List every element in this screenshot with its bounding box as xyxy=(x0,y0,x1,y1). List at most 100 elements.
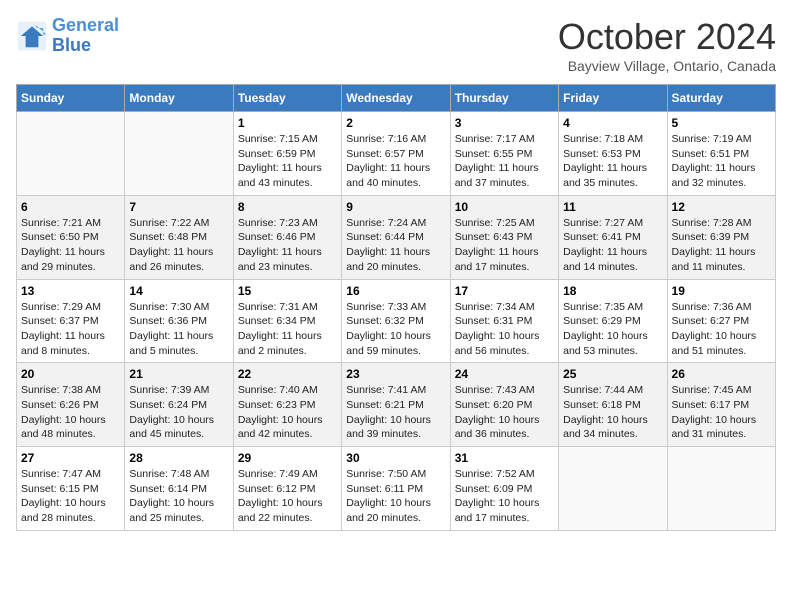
calendar-cell: 8Sunrise: 7:23 AM Sunset: 6:46 PM Daylig… xyxy=(233,195,341,279)
calendar-cell: 30 Sunrise: 7:50 AM Sunset: 6:11 PM Dayli… xyxy=(342,447,450,531)
day-number: 15 xyxy=(238,284,337,298)
day-number: 24 xyxy=(455,367,554,381)
cell-info: Sunrise: 7:16 AM Sunset: 6:57 PM Dayligh… xyxy=(346,132,445,191)
column-header-saturday: Saturday xyxy=(667,85,775,112)
logo-icon xyxy=(16,20,48,52)
day-number: 2 xyxy=(346,116,445,130)
cell-info: Sunrise: 7:43 AM Sunset: 6:20 PM Dayligh… xyxy=(455,383,554,442)
calendar-cell: 12 Sunrise: 7:28 AM Sunset: 6:39 PM Dayli… xyxy=(667,195,775,279)
cell-info: Sunrise: 7:27 AM Sunset: 6:41 PM Dayligh… xyxy=(563,216,662,275)
day-number: 5 xyxy=(672,116,771,130)
calendar-cell: 20Sunrise: 7:38 AM Sunset: 6:26 PM Dayli… xyxy=(17,363,125,447)
calendar-cell: 13Sunrise: 7:29 AM Sunset: 6:37 PM Dayli… xyxy=(17,279,125,363)
page-header: General Blue October 2024 Bayview Villag… xyxy=(16,16,776,74)
cell-info: Sunrise: 7:24 AM Sunset: 6:44 PM Dayligh… xyxy=(346,216,445,275)
calendar-week-row: 20Sunrise: 7:38 AM Sunset: 6:26 PM Dayli… xyxy=(17,363,776,447)
column-header-friday: Friday xyxy=(559,85,667,112)
location-subtitle: Bayview Village, Ontario, Canada xyxy=(558,58,776,74)
day-number: 21 xyxy=(129,367,228,381)
day-number: 23 xyxy=(346,367,445,381)
cell-info: Sunrise: 7:39 AM Sunset: 6:24 PM Dayligh… xyxy=(129,383,228,442)
column-header-sunday: Sunday xyxy=(17,85,125,112)
calendar-cell: 14Sunrise: 7:30 AM Sunset: 6:36 PM Dayli… xyxy=(125,279,233,363)
calendar-cell: 17 Sunrise: 7:34 AM Sunset: 6:31 PM Dayli… xyxy=(450,279,558,363)
calendar-cell xyxy=(125,112,233,196)
calendar-cell xyxy=(17,112,125,196)
title-block: October 2024 Bayview Village, Ontario, C… xyxy=(558,16,776,74)
cell-info: Sunrise: 7:36 AM Sunset: 6:27 PM Dayligh… xyxy=(672,300,771,359)
calendar-week-row: 27Sunrise: 7:47 AM Sunset: 6:15 PM Dayli… xyxy=(17,447,776,531)
cell-info: Sunrise: 7:21 AM Sunset: 6:50 PM Dayligh… xyxy=(21,216,120,275)
day-number: 27 xyxy=(21,451,120,465)
cell-info: Sunrise: 7:34 AM Sunset: 6:31 PM Dayligh… xyxy=(455,300,554,359)
calendar-header-row: SundayMondayTuesdayWednesdayThursdayFrid… xyxy=(17,85,776,112)
day-number: 12 xyxy=(672,200,771,214)
day-number: 1 xyxy=(238,116,337,130)
day-number: 7 xyxy=(129,200,228,214)
calendar-cell: 24 Sunrise: 7:43 AM Sunset: 6:20 PM Dayli… xyxy=(450,363,558,447)
cell-info: Sunrise: 7:45 AM Sunset: 6:17 PM Dayligh… xyxy=(672,383,771,442)
day-number: 11 xyxy=(563,200,662,214)
calendar-cell: 6 Sunrise: 7:21 AM Sunset: 6:50 PM Daylig… xyxy=(17,195,125,279)
calendar-cell: 2 Sunrise: 7:16 AM Sunset: 6:57 PM Daylig… xyxy=(342,112,450,196)
calendar-week-row: 1Sunrise: 7:15 AM Sunset: 6:59 PM Daylig… xyxy=(17,112,776,196)
day-number: 22 xyxy=(238,367,337,381)
calendar-cell xyxy=(559,447,667,531)
cell-info: Sunrise: 7:18 AM Sunset: 6:53 PM Dayligh… xyxy=(563,132,662,191)
calendar-cell: 19 Sunrise: 7:36 AM Sunset: 6:27 PM Dayli… xyxy=(667,279,775,363)
day-number: 26 xyxy=(672,367,771,381)
column-header-wednesday: Wednesday xyxy=(342,85,450,112)
calendar-cell: 21 Sunrise: 7:39 AM Sunset: 6:24 PM Dayli… xyxy=(125,363,233,447)
calendar-cell: 27Sunrise: 7:47 AM Sunset: 6:15 PM Dayli… xyxy=(17,447,125,531)
day-number: 18 xyxy=(563,284,662,298)
day-number: 6 xyxy=(21,200,120,214)
day-number: 31 xyxy=(455,451,554,465)
cell-info: Sunrise: 7:30 AM Sunset: 6:36 PM Dayligh… xyxy=(129,300,228,359)
cell-info: Sunrise: 7:50 AM Sunset: 6:11 PM Dayligh… xyxy=(346,467,445,526)
cell-info: Sunrise: 7:49 AM Sunset: 6:12 PM Dayligh… xyxy=(238,467,337,526)
logo: General Blue xyxy=(16,16,119,56)
calendar-cell: 18 Sunrise: 7:35 AM Sunset: 6:29 PM Dayli… xyxy=(559,279,667,363)
calendar-cell: 22 Sunrise: 7:40 AM Sunset: 6:23 PM Dayli… xyxy=(233,363,341,447)
calendar-cell: 3 Sunrise: 7:17 AM Sunset: 6:55 PM Daylig… xyxy=(450,112,558,196)
calendar-cell: 26 Sunrise: 7:45 AM Sunset: 6:17 PM Dayli… xyxy=(667,363,775,447)
day-number: 30 xyxy=(346,451,445,465)
calendar-week-row: 6 Sunrise: 7:21 AM Sunset: 6:50 PM Daylig… xyxy=(17,195,776,279)
cell-info: Sunrise: 7:28 AM Sunset: 6:39 PM Dayligh… xyxy=(672,216,771,275)
cell-info: Sunrise: 7:40 AM Sunset: 6:23 PM Dayligh… xyxy=(238,383,337,442)
day-number: 16 xyxy=(346,284,445,298)
calendar-cell: 25 Sunrise: 7:44 AM Sunset: 6:18 PM Dayli… xyxy=(559,363,667,447)
day-number: 25 xyxy=(563,367,662,381)
cell-info: Sunrise: 7:19 AM Sunset: 6:51 PM Dayligh… xyxy=(672,132,771,191)
calendar-cell: 29 Sunrise: 7:49 AM Sunset: 6:12 PM Dayli… xyxy=(233,447,341,531)
day-number: 28 xyxy=(129,451,228,465)
cell-info: Sunrise: 7:31 AM Sunset: 6:34 PM Dayligh… xyxy=(238,300,337,359)
day-number: 13 xyxy=(21,284,120,298)
cell-info: Sunrise: 7:48 AM Sunset: 6:14 PM Dayligh… xyxy=(129,467,228,526)
calendar-cell: 16 Sunrise: 7:33 AM Sunset: 6:32 PM Dayli… xyxy=(342,279,450,363)
day-number: 9 xyxy=(346,200,445,214)
cell-info: Sunrise: 7:35 AM Sunset: 6:29 PM Dayligh… xyxy=(563,300,662,359)
day-number: 4 xyxy=(563,116,662,130)
column-header-tuesday: Tuesday xyxy=(233,85,341,112)
day-number: 17 xyxy=(455,284,554,298)
day-number: 19 xyxy=(672,284,771,298)
calendar-cell: 15 Sunrise: 7:31 AM Sunset: 6:34 PM Dayli… xyxy=(233,279,341,363)
calendar-cell: 31 Sunrise: 7:52 AM Sunset: 6:09 PM Dayli… xyxy=(450,447,558,531)
logo-text: General Blue xyxy=(52,16,119,56)
calendar-cell: 28 Sunrise: 7:48 AM Sunset: 6:14 PM Dayli… xyxy=(125,447,233,531)
cell-info: Sunrise: 7:44 AM Sunset: 6:18 PM Dayligh… xyxy=(563,383,662,442)
calendar-cell: 9 Sunrise: 7:24 AM Sunset: 6:44 PM Daylig… xyxy=(342,195,450,279)
cell-info: Sunrise: 7:52 AM Sunset: 6:09 PM Dayligh… xyxy=(455,467,554,526)
calendar-week-row: 13Sunrise: 7:29 AM Sunset: 6:37 PM Dayli… xyxy=(17,279,776,363)
calendar-cell xyxy=(667,447,775,531)
cell-info: Sunrise: 7:25 AM Sunset: 6:43 PM Dayligh… xyxy=(455,216,554,275)
day-number: 3 xyxy=(455,116,554,130)
cell-info: Sunrise: 7:17 AM Sunset: 6:55 PM Dayligh… xyxy=(455,132,554,191)
calendar-cell: 1Sunrise: 7:15 AM Sunset: 6:59 PM Daylig… xyxy=(233,112,341,196)
day-number: 29 xyxy=(238,451,337,465)
calendar-cell: 4 Sunrise: 7:18 AM Sunset: 6:53 PM Daylig… xyxy=(559,112,667,196)
cell-info: Sunrise: 7:33 AM Sunset: 6:32 PM Dayligh… xyxy=(346,300,445,359)
cell-info: Sunrise: 7:22 AM Sunset: 6:48 PM Dayligh… xyxy=(129,216,228,275)
calendar-cell: 7 Sunrise: 7:22 AM Sunset: 6:48 PM Daylig… xyxy=(125,195,233,279)
